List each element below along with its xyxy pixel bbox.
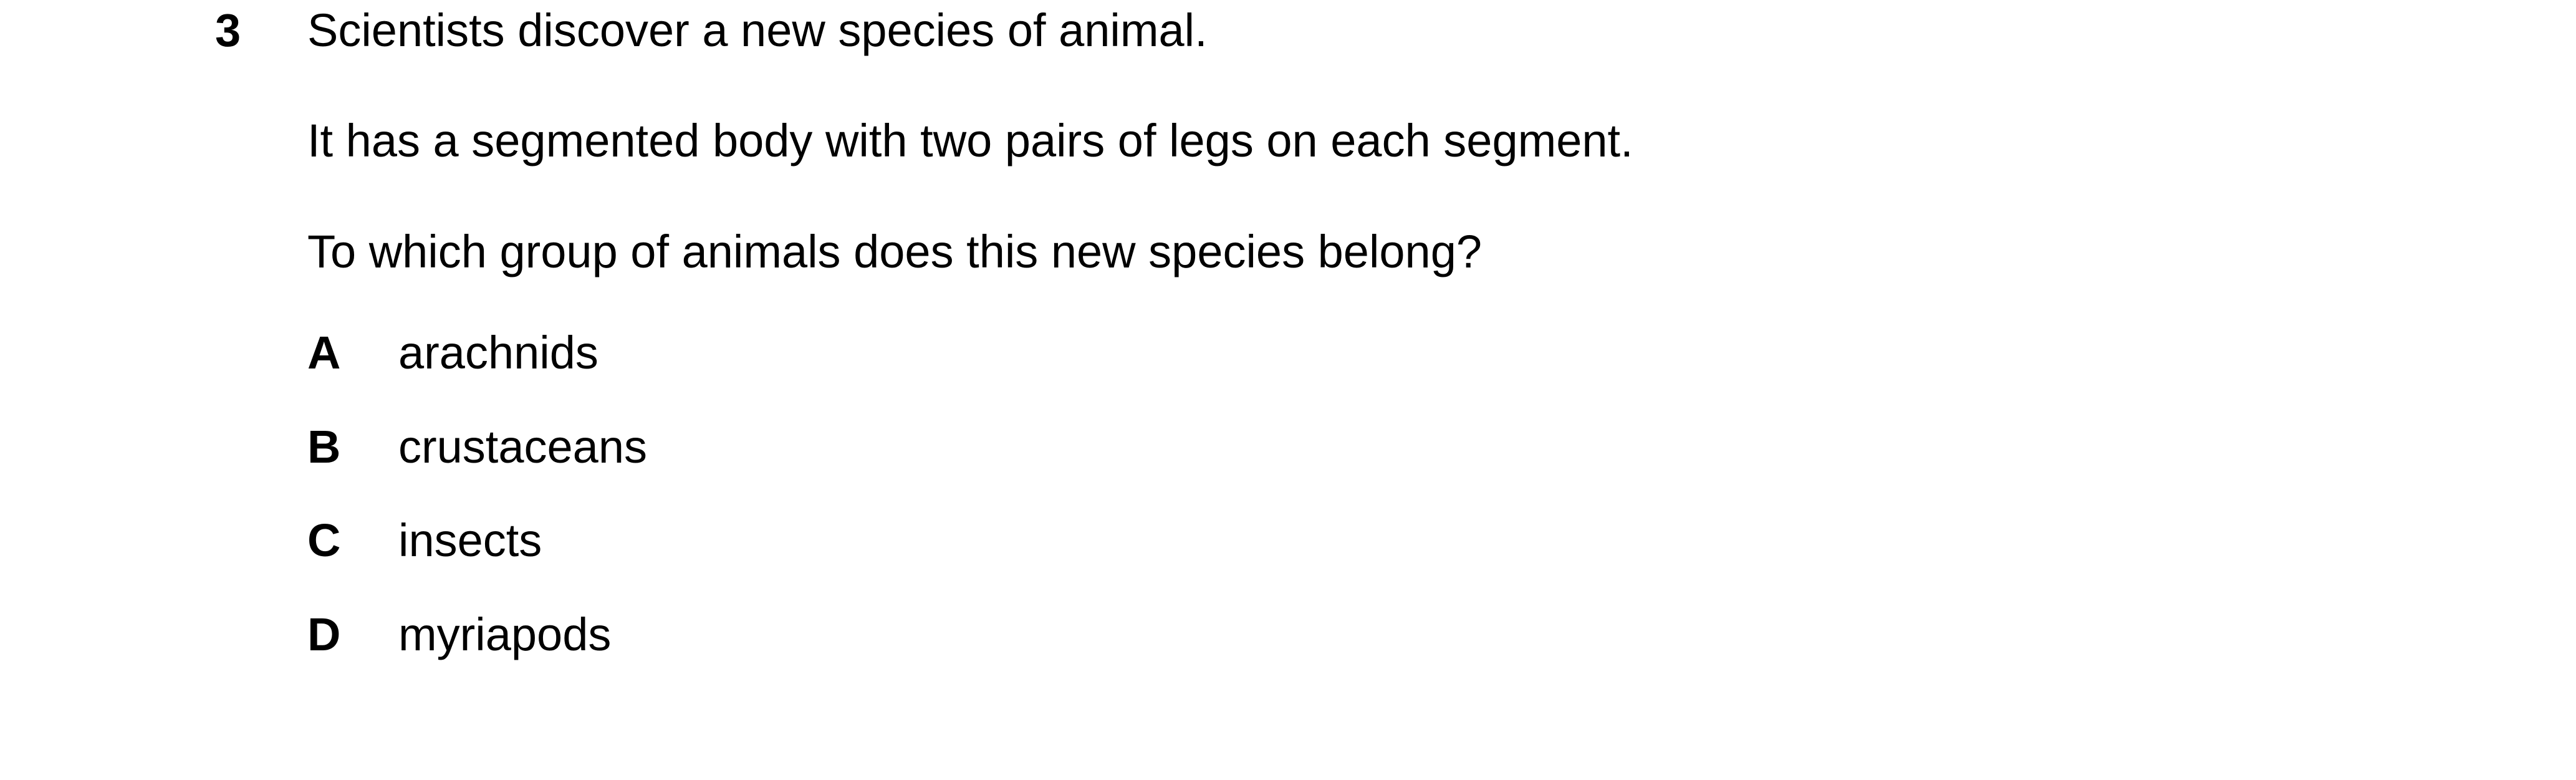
question-3: 3 Scientists discover a new species of a…	[0, 0, 2576, 780]
option-text: arachnids	[398, 327, 598, 378]
next-question-cut-off	[0, 764, 2576, 780]
option-letter: C	[307, 514, 341, 566]
answer-option-a[interactable]: A arachnids	[307, 326, 1055, 380]
option-letter: D	[307, 609, 341, 660]
answer-option-b[interactable]: B crustaceans	[307, 420, 1055, 474]
answer-option-d[interactable]: D myriapods	[307, 608, 1055, 662]
question-stem-line: It has a segmented body with two pairs o…	[307, 115, 1633, 166]
answer-option-c[interactable]: C insects	[307, 514, 1055, 567]
option-text: crustaceans	[398, 421, 647, 473]
option-letter: B	[307, 421, 341, 473]
question-prompt: To which group of animals does this new …	[307, 226, 1483, 277]
question-number: 3	[215, 4, 241, 56]
option-text: myriapods	[398, 609, 612, 660]
option-letter: A	[307, 327, 341, 378]
option-text: insects	[398, 514, 542, 566]
question-stem-line: Scientists discover a new species of ani…	[307, 4, 1208, 56]
